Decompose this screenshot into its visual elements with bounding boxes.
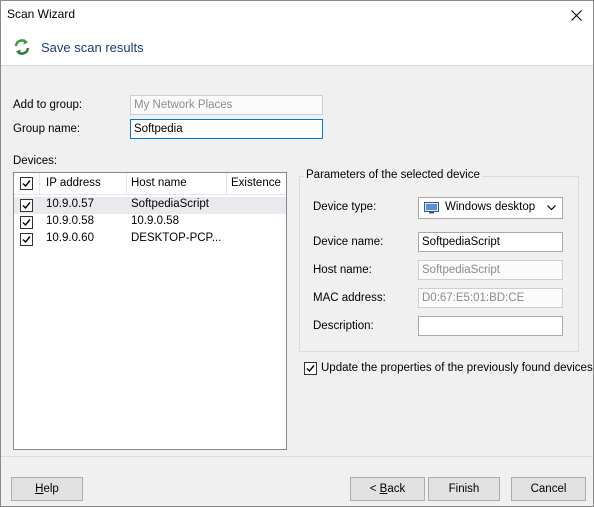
scan-wizard-window: Scan Wizard Save scan results Add to gro… [0,0,594,507]
device-host: SoftpediaScript [131,198,209,210]
help-button-mnemonic: H [35,483,44,495]
device-row-checkbox[interactable] [20,216,33,229]
title-bar: Scan Wizard [1,1,593,29]
help-button[interactable]: Help [11,477,83,501]
wizard-body: Add to group: My Network Places Group na… [1,66,593,456]
column-header-ip[interactable]: IP address [46,177,101,189]
wizard-footer: Help < Back Finish Cancel [1,456,593,506]
device-row[interactable]: 10.9.0.57 SoftpediaScript [14,197,286,214]
device-type-label: Device type: [313,201,377,213]
checkmark-icon [22,236,31,244]
wizard-header: Save scan results [1,29,593,65]
back-button-prefix: < [369,483,380,495]
finish-button-label: Finish [448,483,480,495]
column-separator [226,173,227,195]
close-button[interactable] [559,1,593,29]
checkmark-icon [22,180,31,188]
column-header-host[interactable]: Host name [131,177,187,189]
device-name-label: Device name: [313,236,384,248]
device-name-field[interactable]: SoftpediaScript [418,232,563,252]
devices-list-header: IP address Host name Existence [14,173,286,195]
mac-address-label: MAC address: [313,292,386,304]
device-row[interactable]: 10.9.0.58 10.9.0.58 [14,214,286,231]
device-host: 10.9.0.58 [131,215,179,227]
column-separator [126,173,127,195]
device-row[interactable]: 10.9.0.60 DESKTOP-PCP... [14,231,286,248]
devices-list[interactable]: IP address Host name Existence 10.9.0.57… [13,172,287,450]
device-type-value: Windows desktop [445,201,536,213]
column-separator [39,173,40,195]
host-name-label: Host name: [313,264,372,276]
group-name-field[interactable]: Softpedia [130,119,323,139]
checkmark-icon [22,202,31,210]
update-properties-label[interactable]: Update the properties of the previously … [321,362,593,374]
group-name-label: Group name: [13,123,81,135]
close-icon [570,9,582,21]
monitor-icon [424,202,439,214]
device-host: DESKTOP-PCP... [131,232,222,244]
device-row-checkbox[interactable] [20,233,33,246]
cancel-button-label: Cancel [530,483,567,495]
add-to-group-field: My Network Places [130,95,323,115]
devices-label: Devices: [13,155,58,167]
chevron-down-icon [547,205,556,211]
description-label: Description: [313,320,374,332]
back-button[interactable]: < Back [350,477,425,501]
host-name-field: SoftpediaScript [418,260,563,280]
column-header-existence[interactable]: Existence [231,177,281,189]
checkmark-icon [306,365,315,373]
finish-button[interactable]: Finish [428,477,500,501]
window-title: Scan Wizard [7,7,76,21]
device-type-dropdown[interactable]: Windows desktop [418,197,563,219]
select-all-checkbox[interactable] [20,177,33,190]
mac-address-field: D0:67:E5:01:BD:CE [418,288,563,308]
wizard-step-title: Save scan results [41,40,144,55]
add-to-group-label: Add to group: [13,99,83,111]
refresh-arrows-icon [14,39,30,55]
device-ip: 10.9.0.57 [46,198,94,210]
help-button-label: elp [43,483,59,495]
device-parameters-title: Parameters of the selected device [304,169,482,181]
update-properties-checkbox[interactable] [304,362,317,375]
back-button-label: ack [387,483,406,495]
device-parameters-group: Parameters of the selected device Device… [299,169,579,352]
back-button-mnemonic: B [379,483,388,495]
device-row-checkbox[interactable] [20,199,33,212]
device-ip: 10.9.0.58 [46,215,94,227]
description-field[interactable] [418,316,563,336]
checkmark-icon [22,219,31,227]
device-ip: 10.9.0.60 [46,232,94,244]
cancel-button[interactable]: Cancel [511,477,586,501]
